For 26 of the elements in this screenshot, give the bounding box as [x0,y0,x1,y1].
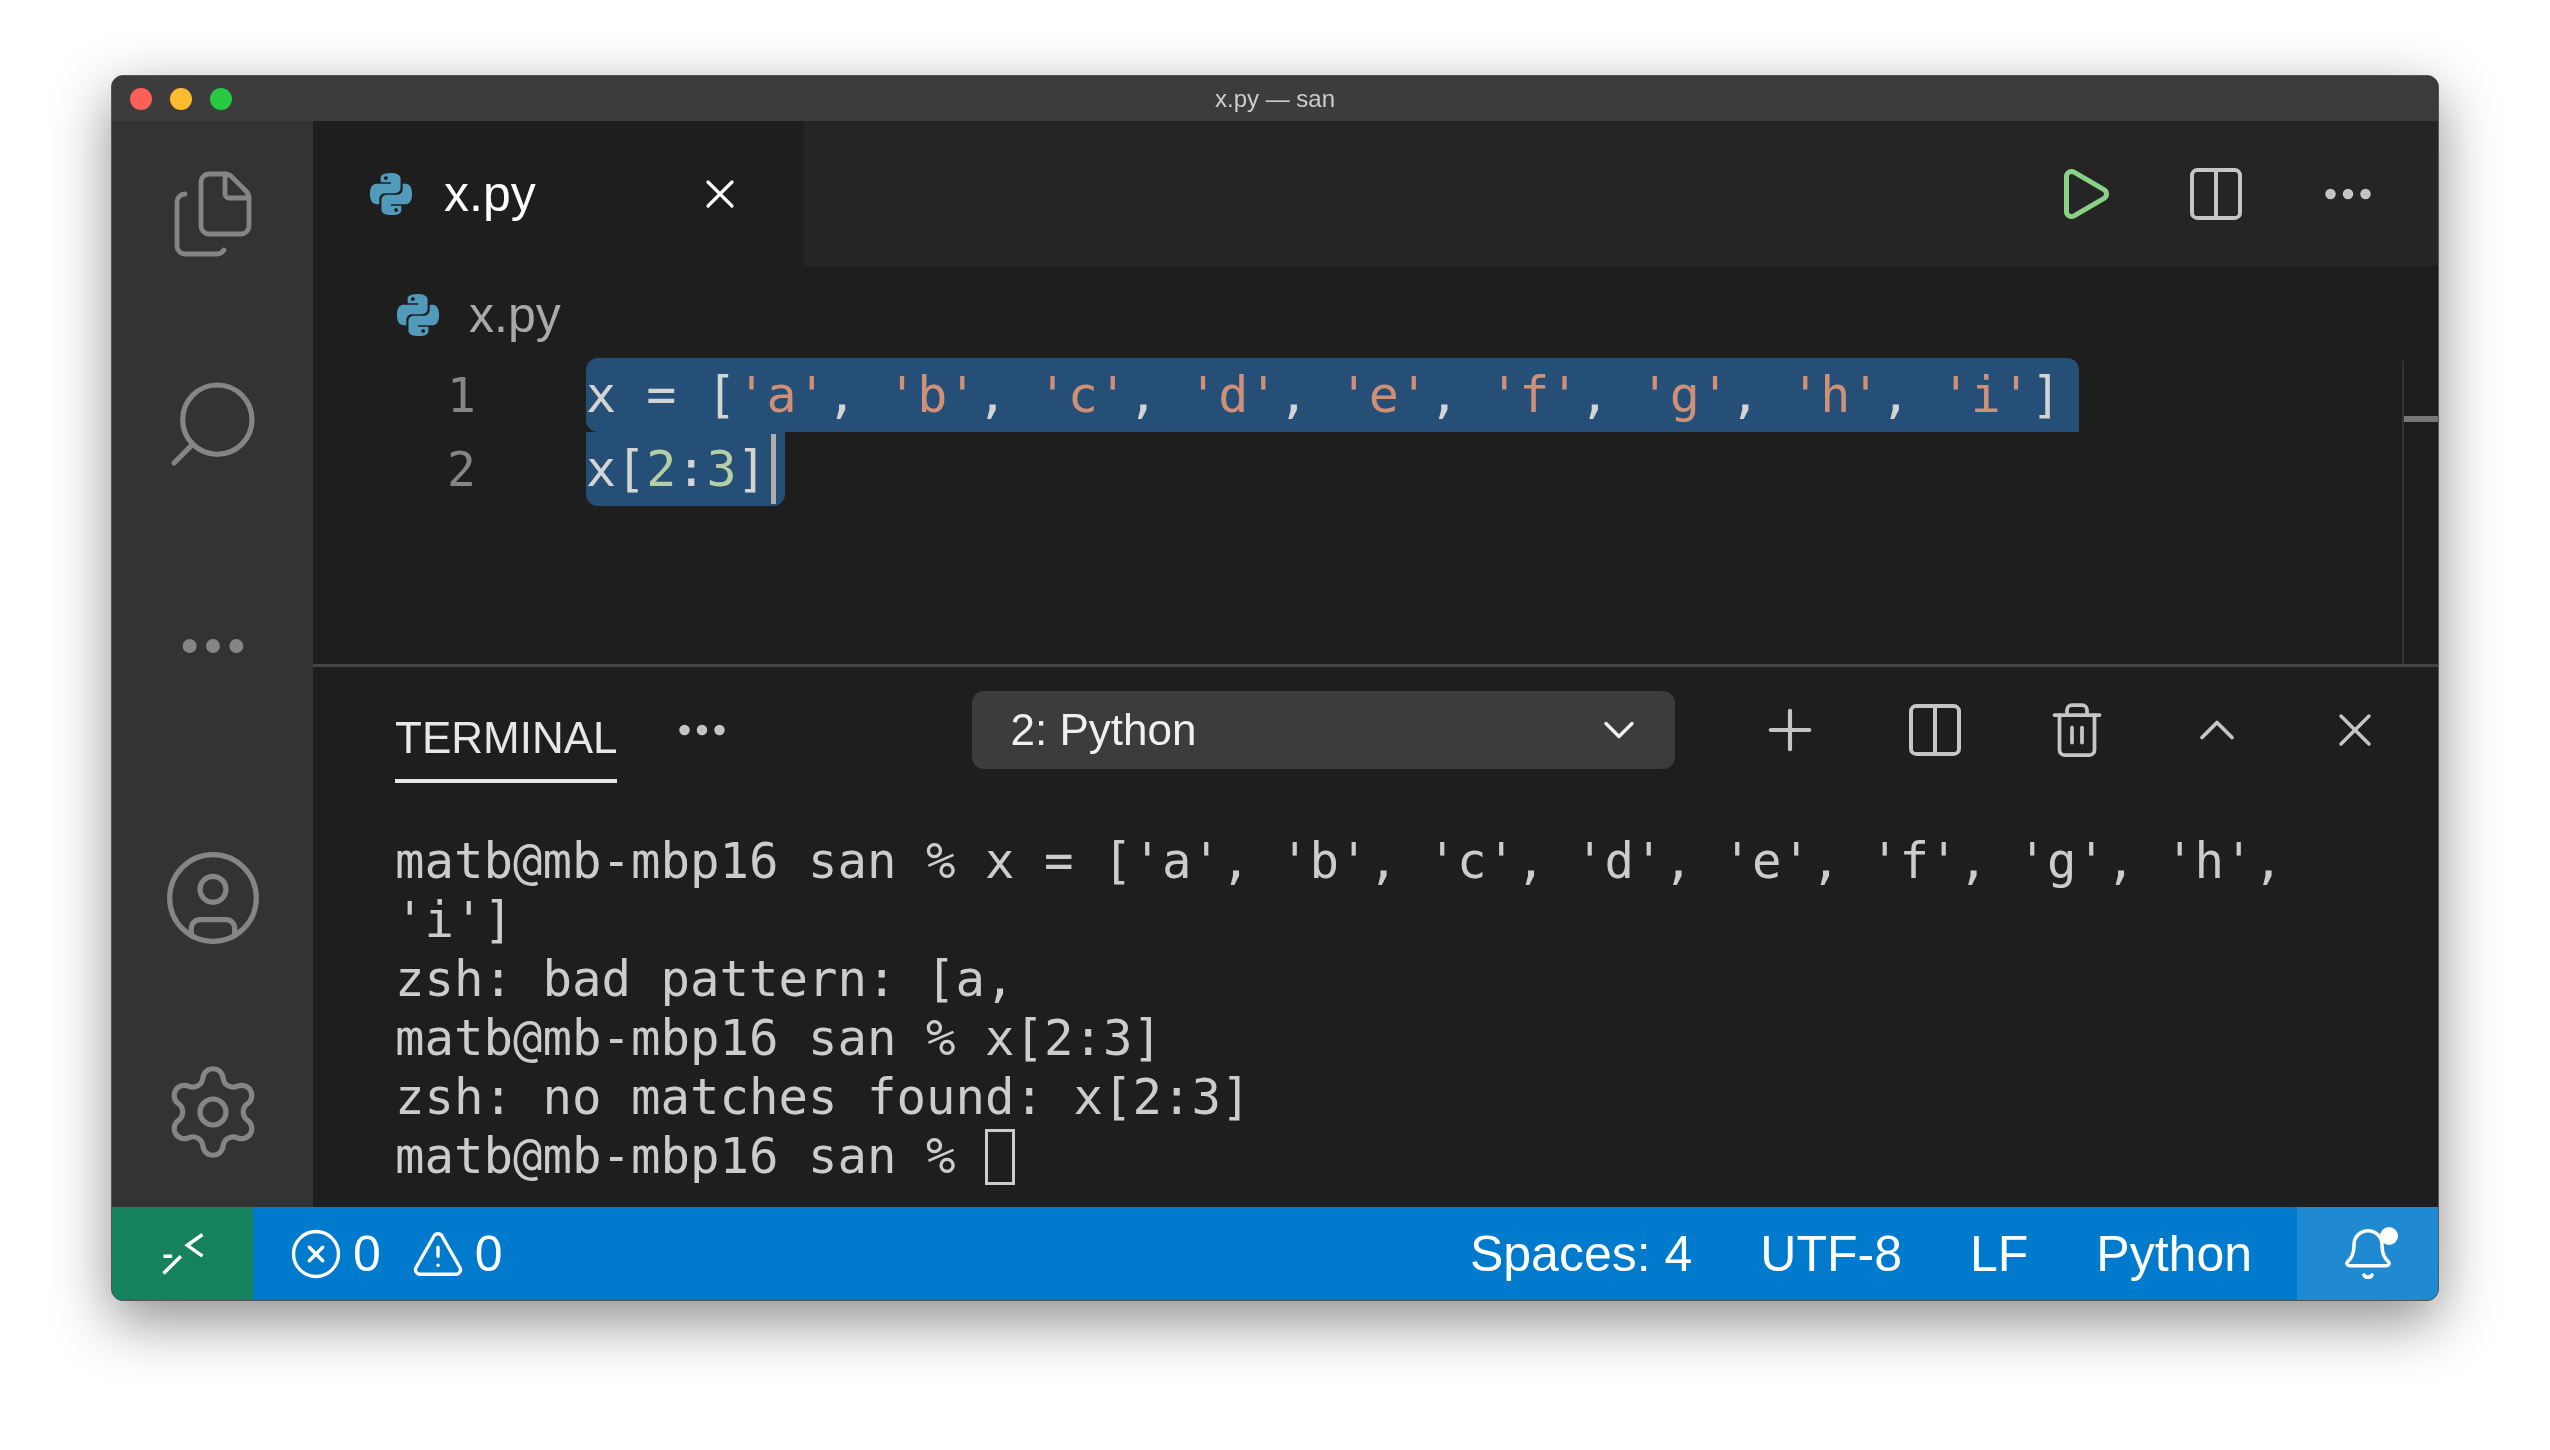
terminal-dropdown[interactable]: 2: Python [972,690,1676,769]
status-item[interactable]: LF [1969,1224,2029,1283]
line-number: 1 [446,367,476,423]
line-number: 2 [446,441,476,497]
editor-tab[interactable]: x.py [313,121,804,266]
python-file-icon [368,170,414,217]
terminal-line: matb@mb-mbp16 san % x[2:3] [395,1009,1162,1068]
window-title: x.py — san [1215,84,1335,113]
breadcrumb-item[interactable]: x.py [469,286,561,344]
minimize-window-button[interactable] [170,87,192,110]
status-item[interactable]: Spaces: 4 [1469,1224,1693,1283]
zoom-window-button[interactable] [210,87,232,110]
python-file-icon [395,292,441,338]
close-window-button[interactable] [130,87,152,110]
terminal-line: zsh: no matches found: x[2:3] [395,1068,1251,1127]
scrollbar-marker [2404,416,2438,422]
panel-tab[interactable]: TERMINAL [395,690,618,783]
status-item[interactable]: UTF-8 [1760,1224,1902,1283]
terminal-line: matb@mb-mbp16 san % [395,1127,957,1186]
notifications-button[interactable] [2297,1207,2438,1300]
warning-count[interactable]: 0 [474,1224,503,1283]
error-count[interactable]: 0 [353,1224,381,1283]
status-item[interactable]: Python [2096,1224,2252,1283]
terminal-line: zsh: bad pattern: [a, [395,950,1015,1009]
terminal-line: matb@mb-mbp16 san % x = ['a', 'b', 'c', 'd', 'e', 'f', 'g', 'h', [395,832,2284,891]
terminal-line: 'i'] [395,891,513,950]
